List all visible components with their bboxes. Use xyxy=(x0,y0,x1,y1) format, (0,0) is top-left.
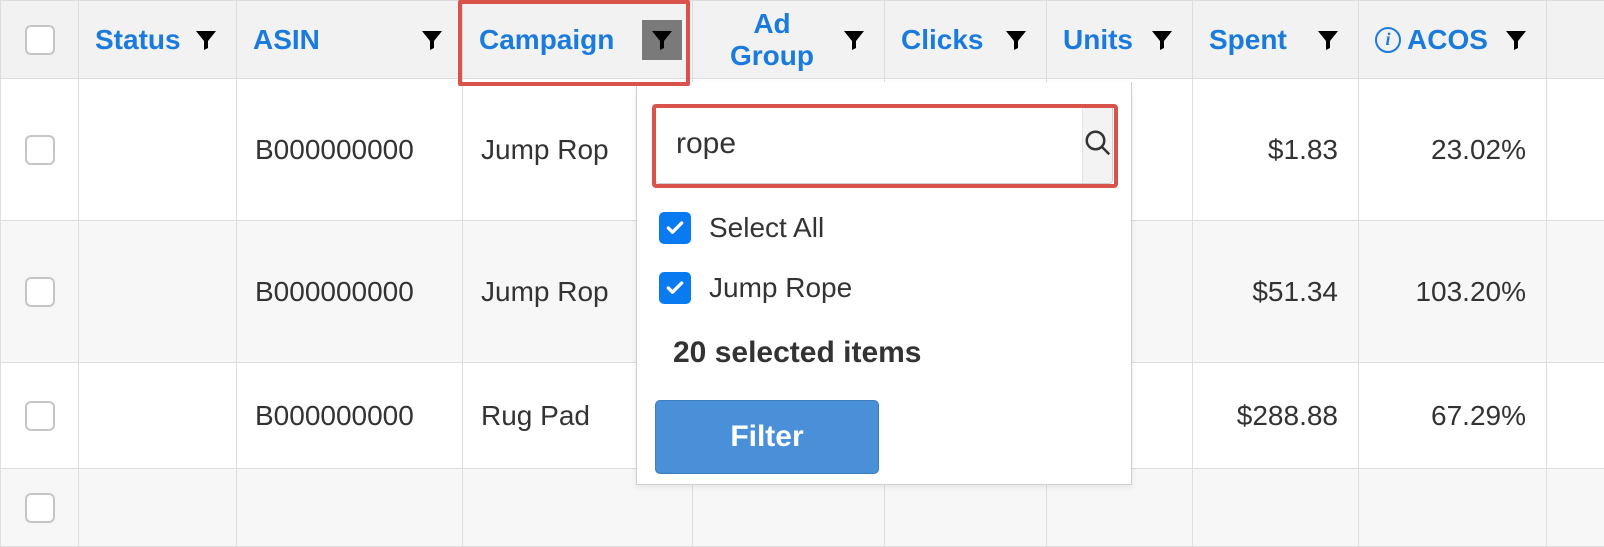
header-checkbox-cell xyxy=(1,1,79,79)
header-campaign[interactable]: Campaign xyxy=(463,1,693,79)
filter-icon[interactable] xyxy=(412,20,452,60)
header-acos-label: ACOS xyxy=(1407,24,1488,56)
header-clicks-label: Clicks xyxy=(901,24,984,56)
header-asin-label: ASIN xyxy=(253,24,320,56)
header-next[interactable] xyxy=(1547,1,1604,79)
header-row: Status ASIN Campaign xyxy=(1,1,1604,79)
header-spent-label: Spent xyxy=(1209,24,1287,56)
filter-dropdown-panel: Select All Jump Rope 20 selected items F… xyxy=(636,82,1132,485)
apply-filter-button[interactable]: Filter xyxy=(655,400,879,474)
header-units[interactable]: Units xyxy=(1047,1,1193,79)
spent-cell: $51.34 xyxy=(1193,276,1358,308)
header-clicks[interactable]: Clicks xyxy=(885,1,1047,79)
filter-option-item[interactable]: Jump Rope xyxy=(655,272,1113,304)
filter-icon[interactable] xyxy=(1308,20,1348,60)
header-campaign-label: Campaign xyxy=(479,24,614,56)
select-all-label: Select All xyxy=(709,212,824,244)
acos-cell: 103.20% xyxy=(1359,276,1546,308)
acos-cell: 67.29% xyxy=(1359,400,1546,432)
filter-icon[interactable] xyxy=(835,20,874,60)
header-asin[interactable]: ASIN xyxy=(237,1,463,79)
filter-icon[interactable] xyxy=(996,20,1036,60)
selected-count: 20 selected items xyxy=(655,336,1113,370)
filter-icon[interactable] xyxy=(186,20,226,60)
asin-cell: B000000000 xyxy=(237,134,462,166)
filter-icon[interactable] xyxy=(1142,20,1182,60)
asin-cell: B000000000 xyxy=(237,400,462,432)
row-checkbox[interactable] xyxy=(25,493,55,523)
filter-icon[interactable] xyxy=(1496,20,1536,60)
filter-icon-active[interactable] xyxy=(642,20,682,60)
row-checkbox[interactable] xyxy=(25,277,55,307)
checkbox-checked-icon xyxy=(659,212,691,244)
acos-cell: 23.02% xyxy=(1359,134,1546,166)
header-status-label: Status xyxy=(95,24,181,56)
header-status[interactable]: Status xyxy=(79,1,237,79)
spent-cell: $1.83 xyxy=(1193,134,1358,166)
header-spent[interactable]: Spent xyxy=(1193,1,1359,79)
spent-cell: $288.88 xyxy=(1193,400,1358,432)
checkbox-checked-icon xyxy=(659,272,691,304)
filter-search-button[interactable] xyxy=(1082,105,1113,183)
header-adgroup-label: Ad Group xyxy=(709,8,835,72)
asin-cell: B000000000 xyxy=(237,276,462,308)
search-icon xyxy=(1083,128,1113,161)
filter-option-label: Jump Rope xyxy=(709,272,852,304)
filter-search-input[interactable] xyxy=(656,105,1082,183)
header-acos[interactable]: i ACOS xyxy=(1359,1,1547,79)
row-checkbox[interactable] xyxy=(25,401,55,431)
filter-search-row xyxy=(655,104,1113,184)
row-checkbox[interactable] xyxy=(25,135,55,165)
info-icon[interactable]: i xyxy=(1375,27,1401,53)
header-units-label: Units xyxy=(1063,24,1133,56)
header-adgroup[interactable]: Ad Group xyxy=(693,1,885,79)
filter-option-select-all[interactable]: Select All xyxy=(655,212,1113,244)
select-all-checkbox[interactable] xyxy=(25,25,55,55)
